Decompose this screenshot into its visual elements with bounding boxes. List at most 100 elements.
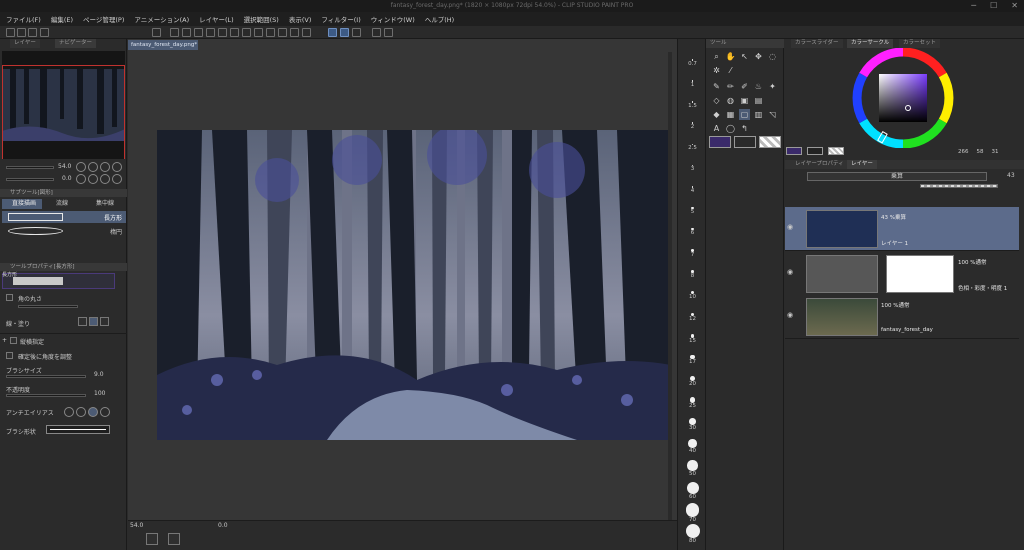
brush-size-preset[interactable]: 10 (678, 291, 707, 301)
menu-item[interactable]: ウィンドウ(W) (371, 14, 415, 24)
brush-size-preset[interactable]: 15 (678, 333, 707, 345)
navigator-preview[interactable] (2, 51, 125, 170)
brush-shape-select[interactable] (46, 425, 110, 434)
command-button[interactable] (152, 28, 161, 37)
command-button[interactable] (17, 28, 26, 37)
layer-opacity-slider[interactable] (920, 184, 998, 188)
brush-size-preset[interactable]: 12 (678, 312, 707, 323)
command-button[interactable] (230, 28, 239, 37)
wand-tool-icon[interactable]: ✲ (711, 65, 722, 76)
subtool-tab-focus[interactable]: 集中線 (84, 199, 126, 209)
maximize-icon[interactable]: ☐ (990, 0, 997, 12)
menu-item[interactable]: ヘルプ(H) (425, 14, 454, 24)
layer-opacity-value[interactable]: 43 (1007, 172, 1015, 179)
corner-checkbox[interactable] (6, 294, 13, 301)
layer-row-1[interactable]: ◉ 43 %乗算 レイヤー 1 (785, 207, 1019, 251)
command-button[interactable] (242, 28, 251, 37)
brush-tool-icon[interactable]: ✐ (739, 81, 750, 92)
pen-tool-icon[interactable]: ✎ (711, 81, 722, 92)
antialias-weak[interactable] (76, 407, 86, 417)
close-icon[interactable]: ✕ (1011, 0, 1018, 12)
brush-size-preset[interactable]: 1 (678, 80, 707, 89)
decoration-tool-icon[interactable]: ✦ (767, 81, 778, 92)
line-fill-mode-button[interactable] (100, 317, 109, 326)
command-button[interactable] (254, 28, 263, 37)
brush-size-preset[interactable]: 17 (678, 354, 707, 366)
subtool-ellipse[interactable]: 楕円 (2, 225, 126, 237)
eye-icon[interactable]: ◉ (787, 223, 793, 231)
angle-checkbox[interactable] (6, 352, 13, 359)
command-button[interactable] (372, 28, 381, 37)
brush-size-preset[interactable]: 40 (678, 439, 707, 454)
sub-color-chip[interactable] (807, 147, 823, 155)
actual-size-icon[interactable] (112, 162, 122, 172)
minimize-icon[interactable]: ─ (971, 0, 976, 12)
tab-layer-property[interactable]: レイヤー (10, 39, 40, 48)
brush-size-preset[interactable]: 2 (678, 122, 707, 131)
command-button[interactable] (278, 28, 287, 37)
fill-bucket-icon[interactable]: ◆ (711, 109, 722, 120)
balloon-tool-icon[interactable]: ◯ (725, 123, 736, 134)
transparent-chip[interactable] (828, 147, 844, 155)
hand-tool-icon[interactable]: ✋ (725, 51, 736, 62)
aspect-checkbox[interactable] (10, 337, 17, 344)
flip-icon[interactable] (112, 174, 122, 184)
frame-icon[interactable] (146, 533, 158, 545)
command-button[interactable] (328, 28, 337, 37)
eyedropper-icon[interactable]: ⁄ (725, 65, 736, 76)
menu-item[interactable]: ページ管理(P) (83, 14, 124, 24)
menu-item[interactable]: アニメーション(A) (134, 14, 189, 24)
document-tab[interactable]: fantasy_forest_day.png* (128, 40, 198, 50)
brush-size-preset[interactable]: 6 (678, 228, 707, 237)
brush-size-preset[interactable]: 80 (678, 523, 707, 545)
zoom-in-icon[interactable] (88, 162, 98, 172)
command-button[interactable] (170, 28, 179, 37)
brush-size-preset[interactable]: 8 (678, 270, 707, 280)
brush-size-preset[interactable]: 1.5 (678, 101, 707, 110)
figure-tool-icon[interactable]: ▢ (739, 109, 750, 120)
rotate-left-icon[interactable] (76, 174, 86, 184)
tab-color-circle[interactable]: カラーサークル (847, 39, 894, 48)
brush-size-preset[interactable]: 20 (678, 375, 707, 388)
antialias-strong[interactable] (100, 407, 110, 417)
antialias-medium[interactable] (88, 407, 98, 417)
correction-tool-icon[interactable]: ↰ (739, 123, 750, 134)
fill-mode-button[interactable] (89, 317, 98, 326)
reset-rotate-icon[interactable] (100, 174, 110, 184)
brush-size-slider[interactable] (6, 375, 86, 378)
zoom-out-icon[interactable] (76, 162, 86, 172)
gradient-tool-icon[interactable]: ▤ (753, 95, 764, 106)
blend-mode-select[interactable]: 乗算 (807, 172, 987, 181)
eye-icon[interactable]: ◉ (787, 268, 793, 276)
grid-icon[interactable] (168, 533, 180, 545)
command-button[interactable] (266, 28, 275, 37)
vertical-scrollbar[interactable] (668, 52, 672, 520)
frame-tool-icon[interactable]: ▥ (753, 109, 764, 120)
main-color-chip[interactable] (786, 147, 802, 155)
tab-navigator[interactable]: ナビゲーター (55, 39, 97, 48)
menu-item[interactable]: フィルター(I) (321, 14, 360, 24)
text-tool-icon[interactable]: A (711, 123, 722, 134)
command-button[interactable] (28, 28, 37, 37)
eraser-tool-icon[interactable]: ◇ (711, 95, 722, 106)
pencil-tool-icon[interactable]: ✏ (725, 81, 736, 92)
command-button[interactable] (206, 28, 215, 37)
command-button[interactable] (218, 28, 227, 37)
plus-icon[interactable]: + (2, 337, 7, 344)
rotate-slider[interactable] (6, 178, 54, 181)
fit-icon[interactable] (100, 162, 110, 172)
tab-tool[interactable]: ツール (706, 39, 784, 48)
tab-layer-property-right[interactable]: レイヤープロパティ (791, 160, 848, 169)
command-button[interactable] (302, 28, 311, 37)
eye-icon[interactable]: ◉ (787, 311, 793, 319)
color-wheel[interactable] (785, 47, 1024, 149)
subtool-tab-direct[interactable]: 直接描画 (2, 199, 42, 209)
brush-size-preset[interactable]: 25 (678, 397, 707, 410)
lasso-tool-icon[interactable]: ◌ (767, 51, 778, 62)
opacity-slider[interactable] (6, 394, 86, 397)
line-mode-button[interactable] (78, 317, 87, 326)
brush-size-preset[interactable]: 50 (678, 460, 707, 477)
command-button[interactable] (40, 28, 49, 37)
brush-size-preset[interactable]: 5 (678, 206, 707, 216)
command-button[interactable] (352, 28, 361, 37)
